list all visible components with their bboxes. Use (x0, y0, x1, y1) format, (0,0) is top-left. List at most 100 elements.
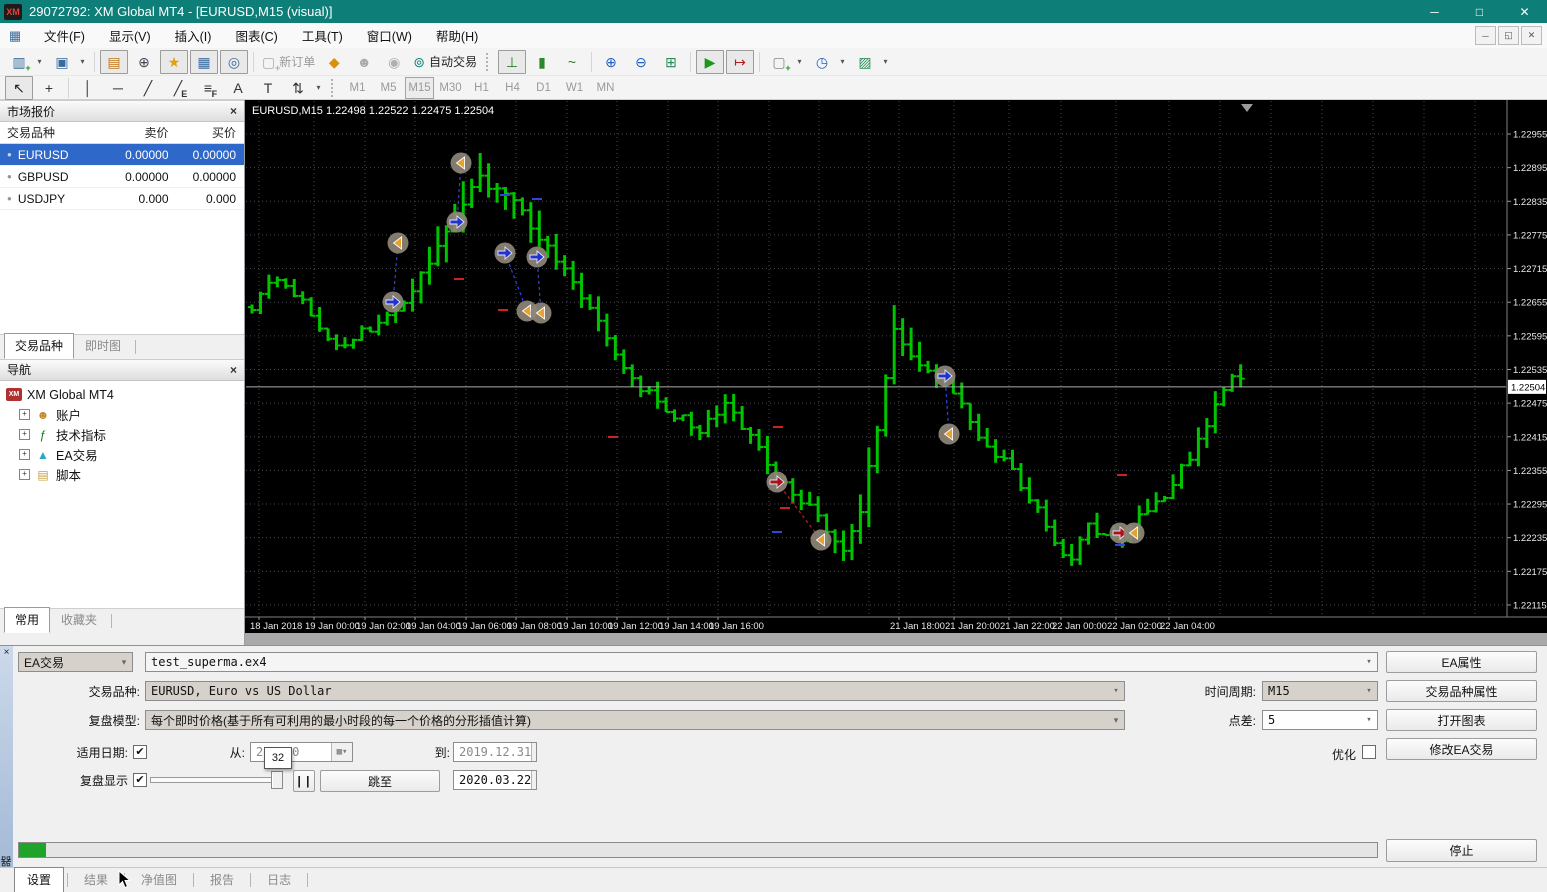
ea-name-select[interactable]: test_superma.ex4 ▾ (145, 652, 1378, 672)
calendar-icon[interactable]: ▦▾ (531, 771, 537, 789)
chart-shift-button[interactable]: ↦ (726, 50, 754, 74)
autotrading-button[interactable]: ⊚自动交易 (410, 50, 480, 74)
table-row[interactable]: ●GBPUSD0.000000.00000 (0, 166, 244, 188)
mdi-close-button[interactable]: ✕ (1521, 26, 1542, 45)
crosshair-tool[interactable]: + (35, 76, 63, 100)
timeframe-w1[interactable]: W1 (560, 77, 589, 99)
zoom-out-button[interactable]: ⊖ (627, 50, 655, 74)
market-watch-button[interactable]: ▤ (100, 50, 128, 74)
close-icon[interactable]: × (230, 104, 237, 118)
tester-tab-3[interactable]: 净值图 (128, 867, 190, 892)
toolbar-drag-handle[interactable] (331, 79, 337, 97)
vline-tool[interactable]: │ (74, 76, 102, 100)
profiles-button[interactable]: ▣ (48, 50, 76, 74)
metaeditor-button[interactable]: ◆ (320, 50, 348, 74)
mdi-minimize-button[interactable]: ─ (1475, 26, 1496, 45)
navigator-tab-2[interactable]: 收藏夹 (50, 607, 108, 633)
visual-mode-checkbox[interactable]: ✔ (133, 773, 147, 787)
slider-thumb[interactable] (271, 771, 283, 789)
navigator-tab-1[interactable]: 常用 (4, 607, 50, 633)
list-item[interactable]: +▤脚本 (6, 465, 244, 485)
zoom-in-button[interactable]: ⊕ (597, 50, 625, 74)
arrows-tool[interactable]: ⇅ (284, 76, 312, 100)
ea-type-select[interactable]: EA交易 ▾ (18, 652, 133, 672)
skip-date-field[interactable]: 2020.03.22 ▦▾ (453, 770, 537, 790)
timeframe-m15[interactable]: M15 (405, 77, 434, 99)
expand-icon[interactable]: + (19, 449, 30, 460)
chart-system-menu-icon[interactable]: ▦ (6, 28, 24, 44)
experts-button[interactable]: ☻ (350, 50, 378, 74)
stop-button[interactable]: 停止 (1386, 839, 1537, 862)
menu-insert[interactable]: 插入(I) (163, 23, 224, 48)
timeframe-d1[interactable]: D1 (529, 77, 558, 99)
tree-root[interactable]: XMXM Global MT4 (6, 385, 244, 405)
toolbar-drag-handle[interactable] (486, 53, 492, 71)
cursor-tool[interactable]: ↖ (5, 76, 33, 100)
signals-button[interactable]: ◉ (380, 50, 408, 74)
skip-to-button[interactable]: 跳至 (320, 770, 440, 792)
to-date-field[interactable]: 2019.12.31 ▦▾ (453, 742, 537, 762)
timeframe-h1[interactable]: H1 (467, 77, 496, 99)
new-chart-button[interactable]: ▥+ (5, 50, 33, 74)
symbol-select[interactable]: EURUSD, Euro vs US Dollar ▾ (145, 681, 1125, 701)
terminal-button[interactable]: ▦ (190, 50, 218, 74)
menu-help[interactable]: 帮助(H) (424, 23, 490, 48)
expand-icon[interactable]: + (19, 429, 30, 440)
timeframe-h4[interactable]: H4 (498, 77, 527, 99)
data-window-button[interactable]: ⊕ (130, 50, 158, 74)
timeframe-mn[interactable]: MN (591, 77, 620, 99)
templates-button[interactable]: ▨ (851, 50, 879, 74)
list-item[interactable]: +ƒ技术指标 (6, 425, 244, 445)
channel-tool[interactable]: ╱E (164, 76, 192, 100)
label-tool[interactable]: T (254, 76, 282, 100)
arrows-tool-dropdown-icon[interactable]: ▾ (313, 77, 324, 99)
ea-properties-button[interactable]: EA属性 (1386, 651, 1537, 673)
chart-line-button[interactable]: ~ (558, 50, 586, 74)
mdi-restore-button[interactable]: ◱ (1498, 26, 1519, 45)
list-item[interactable]: +▲EA交易 (6, 445, 244, 465)
close-icon[interactable]: × (1, 647, 12, 658)
chart-bars-button[interactable]: ⊥ (498, 50, 526, 74)
new-order-button[interactable]: ▢+新订单 (259, 50, 318, 74)
market-watch-tab-1[interactable]: 交易品种 (4, 333, 74, 359)
menu-charts[interactable]: 图表(C) (223, 23, 289, 48)
table-row[interactable]: ●EURUSD0.000000.00000 (0, 144, 244, 166)
text-tool[interactable]: A (224, 76, 252, 100)
visual-speed-slider[interactable] (150, 777, 283, 783)
chart-candles-button[interactable]: ▮ (528, 50, 556, 74)
price-chart[interactable]: 1.229551.228951.228351.227751.227151.226… (245, 100, 1547, 633)
tile-windows-button[interactable]: ⊞ (657, 50, 685, 74)
market-watch-tab-2[interactable]: 即时图 (74, 333, 132, 359)
indicators-button-dropdown-icon[interactable]: ▾ (794, 51, 805, 73)
hline-tool[interactable]: ─ (104, 76, 132, 100)
menu-view[interactable]: 显示(V) (97, 23, 163, 48)
trendline-tool[interactable]: ╱ (134, 76, 162, 100)
tester-button[interactable]: ◎ (220, 50, 248, 74)
menu-tools[interactable]: 工具(T) (290, 23, 355, 48)
tester-tab-4[interactable]: 报告 (197, 867, 247, 892)
close-icon[interactable]: × (230, 363, 237, 377)
timeframe-m30[interactable]: M30 (436, 77, 465, 99)
periods-button[interactable]: ◷ (808, 50, 836, 74)
fibonacci-tool[interactable]: ≡F (194, 76, 222, 100)
profiles-button-dropdown-icon[interactable]: ▾ (77, 51, 88, 73)
tester-tab-5[interactable]: 日志 (254, 867, 304, 892)
minimize-button[interactable]: ─ (1412, 0, 1457, 23)
autoscroll-button[interactable]: ▶ (696, 50, 724, 74)
tester-tab-2[interactable]: 结果 (71, 867, 121, 892)
pause-button[interactable]: | | (293, 770, 315, 792)
timeframe-m1[interactable]: M1 (343, 77, 372, 99)
symbol-properties-button[interactable]: 交易品种属性 (1386, 680, 1537, 702)
timeframe-m5[interactable]: M5 (374, 77, 403, 99)
navigator-button[interactable]: ★ (160, 50, 188, 74)
close-button[interactable]: ✕ (1502, 0, 1547, 23)
period-select[interactable]: M15 ▾ (1262, 681, 1378, 701)
optimize-checkbox[interactable] (1362, 745, 1376, 759)
menu-window[interactable]: 窗口(W) (355, 23, 424, 48)
indicators-button[interactable]: ▢+ (765, 50, 793, 74)
expand-icon[interactable]: + (19, 409, 30, 420)
expand-icon[interactable]: + (19, 469, 30, 480)
use-date-checkbox[interactable]: ✔ (133, 745, 147, 759)
model-select[interactable]: 每个即时价格(基于所有可利用的最小时段的每一个价格的分形插值计算) ▾ (145, 710, 1125, 730)
table-row[interactable]: ●USDJPY0.0000.000 (0, 188, 244, 210)
